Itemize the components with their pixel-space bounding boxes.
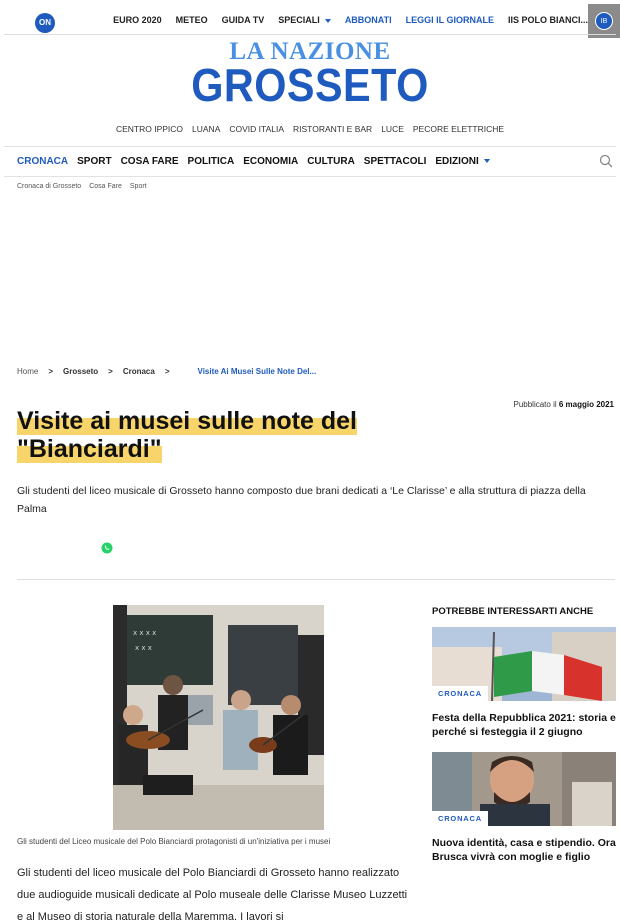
- tag-link[interactable]: CENTRO IPPICO: [116, 124, 183, 134]
- main-nav: CRONACA SPORT COSA FARE POLITICA ECONOMI…: [17, 156, 490, 167]
- main-nav-sport[interactable]: SPORT: [77, 156, 111, 167]
- account-menu[interactable]: IB: [588, 4, 620, 38]
- tag-link[interactable]: LUCE: [381, 124, 404, 134]
- masthead-line2[interactable]: GROSSETO: [31, 58, 589, 112]
- main-nav-edizioni-label: EDIZIONI: [435, 156, 479, 167]
- page-title: Visite ai musei sulle note del "Bianciar…: [17, 407, 377, 463]
- article-subtitle: Gli studenti del liceo musicale di Gross…: [17, 485, 586, 515]
- sub-nav-item[interactable]: Cronaca di Grosseto: [17, 183, 81, 190]
- related-heading: POTREBBE INTERESSARTI ANCHE: [432, 606, 594, 617]
- main-nav-cosa-fare[interactable]: COSA FARE: [121, 156, 179, 167]
- top-nav-guida-tv[interactable]: GUIDA TV: [222, 15, 265, 25]
- breadcrumb-grosseto[interactable]: Grosseto: [63, 367, 98, 376]
- top-nav-abbonati[interactable]: ABBONATI: [345, 15, 392, 25]
- breadcrumb-separator: >: [108, 367, 113, 376]
- top-nav-euro2020[interactable]: EURO 2020: [113, 15, 162, 25]
- whatsapp-share-icon[interactable]: [101, 542, 113, 554]
- divider: [4, 176, 616, 177]
- tag-link[interactable]: PECORE ELETTRICHE: [413, 124, 504, 134]
- article-photo[interactable]: x x x x x x x: [113, 605, 324, 830]
- category-badge[interactable]: CRONACA: [432, 811, 488, 826]
- tag-link[interactable]: COVID ITALIA: [229, 124, 284, 134]
- breadcrumb-cronaca[interactable]: Cronaca: [123, 367, 155, 376]
- related-card-title[interactable]: Festa della Repubblica 2021: storia e pe…: [432, 711, 618, 739]
- article-body: Gli studenti del liceo musicale del Polo…: [17, 867, 408, 920]
- svg-text:x x x: x x x: [135, 644, 152, 652]
- breadcrumb-separator: >: [48, 367, 54, 376]
- tag-link[interactable]: RISTORANTI E BAR: [293, 124, 372, 134]
- main-nav-edizioni[interactable]: EDIZIONI: [435, 156, 490, 167]
- sub-nav-item[interactable]: Cosa Fare: [89, 183, 122, 190]
- main-nav-cultura[interactable]: CULTURA: [307, 156, 355, 167]
- main-nav-politica[interactable]: POLITICA: [188, 156, 235, 167]
- sub-nav-item[interactable]: Sport: [130, 183, 147, 190]
- main-nav-cronaca[interactable]: CRONACA: [17, 156, 68, 167]
- trending-tags: CENTRO IPPICO LUANA COVID ITALIA RISTORA…: [0, 124, 620, 134]
- main-nav-economia[interactable]: ECONOMIA: [243, 156, 298, 167]
- svg-text:x x x x: x x x x: [133, 629, 156, 637]
- breadcrumb-current: Visite Ai Musei Sulle Note Del...: [197, 367, 317, 376]
- publish-label: Pubblicato il: [513, 400, 557, 409]
- breadcrumb-home[interactable]: Home: [17, 367, 38, 376]
- divider: [17, 579, 615, 580]
- page-title-text: Visite ai musei sulle note del "Bianciar…: [17, 407, 357, 463]
- breadcrumb: Home > Grosseto > Cronaca > Visite Ai Mu…: [17, 367, 316, 376]
- on-logo[interactable]: ON: [35, 13, 55, 33]
- top-nav-meteo[interactable]: METEO: [176, 15, 208, 25]
- publish-date: Pubblicato il 6 maggio 2021: [513, 400, 614, 409]
- top-nav-speciali[interactable]: SPECIALI: [278, 15, 331, 25]
- related-card-image[interactable]: CRONACA: [432, 752, 616, 826]
- top-nav-leggi-giornale[interactable]: LEGGI IL GIORNALE: [406, 15, 494, 25]
- divider: [4, 146, 616, 147]
- main-nav-spettacoli[interactable]: SPETTACOLI: [364, 156, 427, 167]
- search-icon[interactable]: [599, 154, 613, 168]
- related-card-title[interactable]: Nuova identità, casa e stipendio. Ora Br…: [432, 836, 618, 864]
- top-nav: EURO 2020 METEO GUIDA TV SPECIALI ABBONA…: [113, 15, 588, 25]
- top-nav-account-name[interactable]: IIS POLO BIANCI...: [508, 15, 588, 25]
- breadcrumb-separator: >: [164, 367, 170, 376]
- publish-date-value: 6 maggio 2021: [558, 400, 614, 409]
- sub-nav: Cronaca di Grosseto Cosa Fare Sport: [17, 183, 147, 190]
- divider: [4, 34, 616, 35]
- avatar: IB: [595, 12, 613, 30]
- photo-caption: Gli studenti del Liceo musicale del Polo…: [17, 837, 331, 846]
- chevron-down-icon: [483, 159, 490, 164]
- top-nav-speciali-label: SPECIALI: [278, 15, 320, 25]
- chevron-down-icon: [324, 18, 331, 23]
- category-badge[interactable]: CRONACA: [432, 686, 488, 701]
- tag-link[interactable]: LUANA: [192, 124, 220, 134]
- article-photo-image: x x x x x x x: [113, 605, 324, 830]
- related-card-image[interactable]: CRONACA: [432, 627, 616, 701]
